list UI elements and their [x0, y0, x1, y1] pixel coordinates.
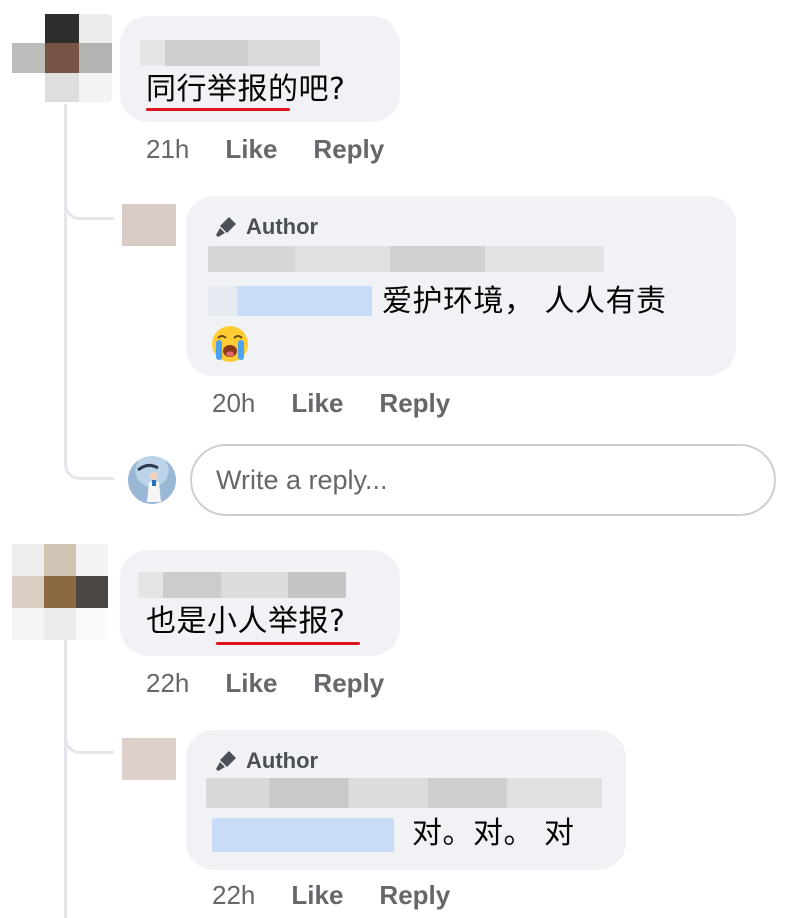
text-highlight-underline	[146, 108, 290, 111]
like-button[interactable]: Like	[291, 880, 343, 911]
page-name-redacted[interactable]	[206, 778, 602, 808]
timestamp: 22h	[146, 668, 190, 698]
like-button[interactable]: Like	[291, 388, 343, 419]
comment-bubble: 也是小人举报?	[120, 550, 400, 656]
comment-text: 也是小人举报?	[146, 604, 346, 639]
mention-redacted[interactable]	[208, 286, 372, 316]
page-name-redacted[interactable]	[208, 246, 604, 272]
reply-actions: 20h Like Reply	[212, 388, 450, 419]
loudly-crying-face-icon	[212, 326, 248, 362]
current-user-avatar[interactable]	[128, 456, 176, 504]
author-badge: Author	[214, 214, 318, 240]
thread-line-1	[64, 104, 67, 464]
reply-button[interactable]: Reply	[313, 668, 384, 699]
timestamp: 21h	[146, 134, 190, 164]
reply-button[interactable]: Reply	[379, 388, 450, 419]
comment-actions: 21h Like Reply	[146, 134, 384, 165]
reply-actions: 22h Like Reply	[212, 880, 450, 911]
reply-bubble: Author 对。对。 对	[186, 730, 626, 870]
reply-bubble: Author 爱护环境， 人人有责	[186, 196, 736, 376]
comment-text: 同行举报的吧?	[146, 72, 346, 107]
mention-redacted[interactable]	[212, 818, 394, 852]
like-button[interactable]: Like	[225, 134, 277, 165]
microphone-icon	[216, 217, 236, 237]
write-reply-input[interactable]: Write a reply...	[190, 444, 776, 516]
author-badge-label: Author	[246, 748, 319, 773]
like-button[interactable]: Like	[225, 668, 277, 699]
reply-text: 爱护环境， 人人有责	[382, 284, 667, 319]
avatar[interactable]	[12, 14, 112, 102]
thread-branch-1b	[64, 420, 114, 480]
text-highlight-underline	[216, 642, 360, 645]
thread-line-2	[64, 638, 67, 918]
comment-actions: 22h Like Reply	[146, 668, 384, 699]
avatar[interactable]	[12, 544, 108, 640]
person-figure-icon	[137, 463, 161, 502]
thread-branch-1a	[64, 160, 114, 220]
timestamp: 20h	[212, 388, 256, 418]
comment-bubble: 同行举报的吧?	[120, 16, 400, 122]
timestamp: 22h	[212, 880, 256, 910]
thread-branch-2a	[64, 694, 114, 754]
commenter-name-redacted[interactable]	[138, 572, 346, 598]
commenter-name-redacted[interactable]	[140, 40, 320, 66]
write-reply-placeholder: Write a reply...	[216, 464, 388, 495]
avatar[interactable]	[122, 738, 176, 780]
author-badge: Author	[214, 748, 318, 774]
reply-button[interactable]: Reply	[313, 134, 384, 165]
author-badge-label: Author	[246, 214, 319, 239]
microphone-icon	[216, 751, 236, 771]
reply-text: 对。对。 对	[412, 816, 575, 851]
reply-button[interactable]: Reply	[379, 880, 450, 911]
avatar[interactable]	[122, 204, 176, 246]
